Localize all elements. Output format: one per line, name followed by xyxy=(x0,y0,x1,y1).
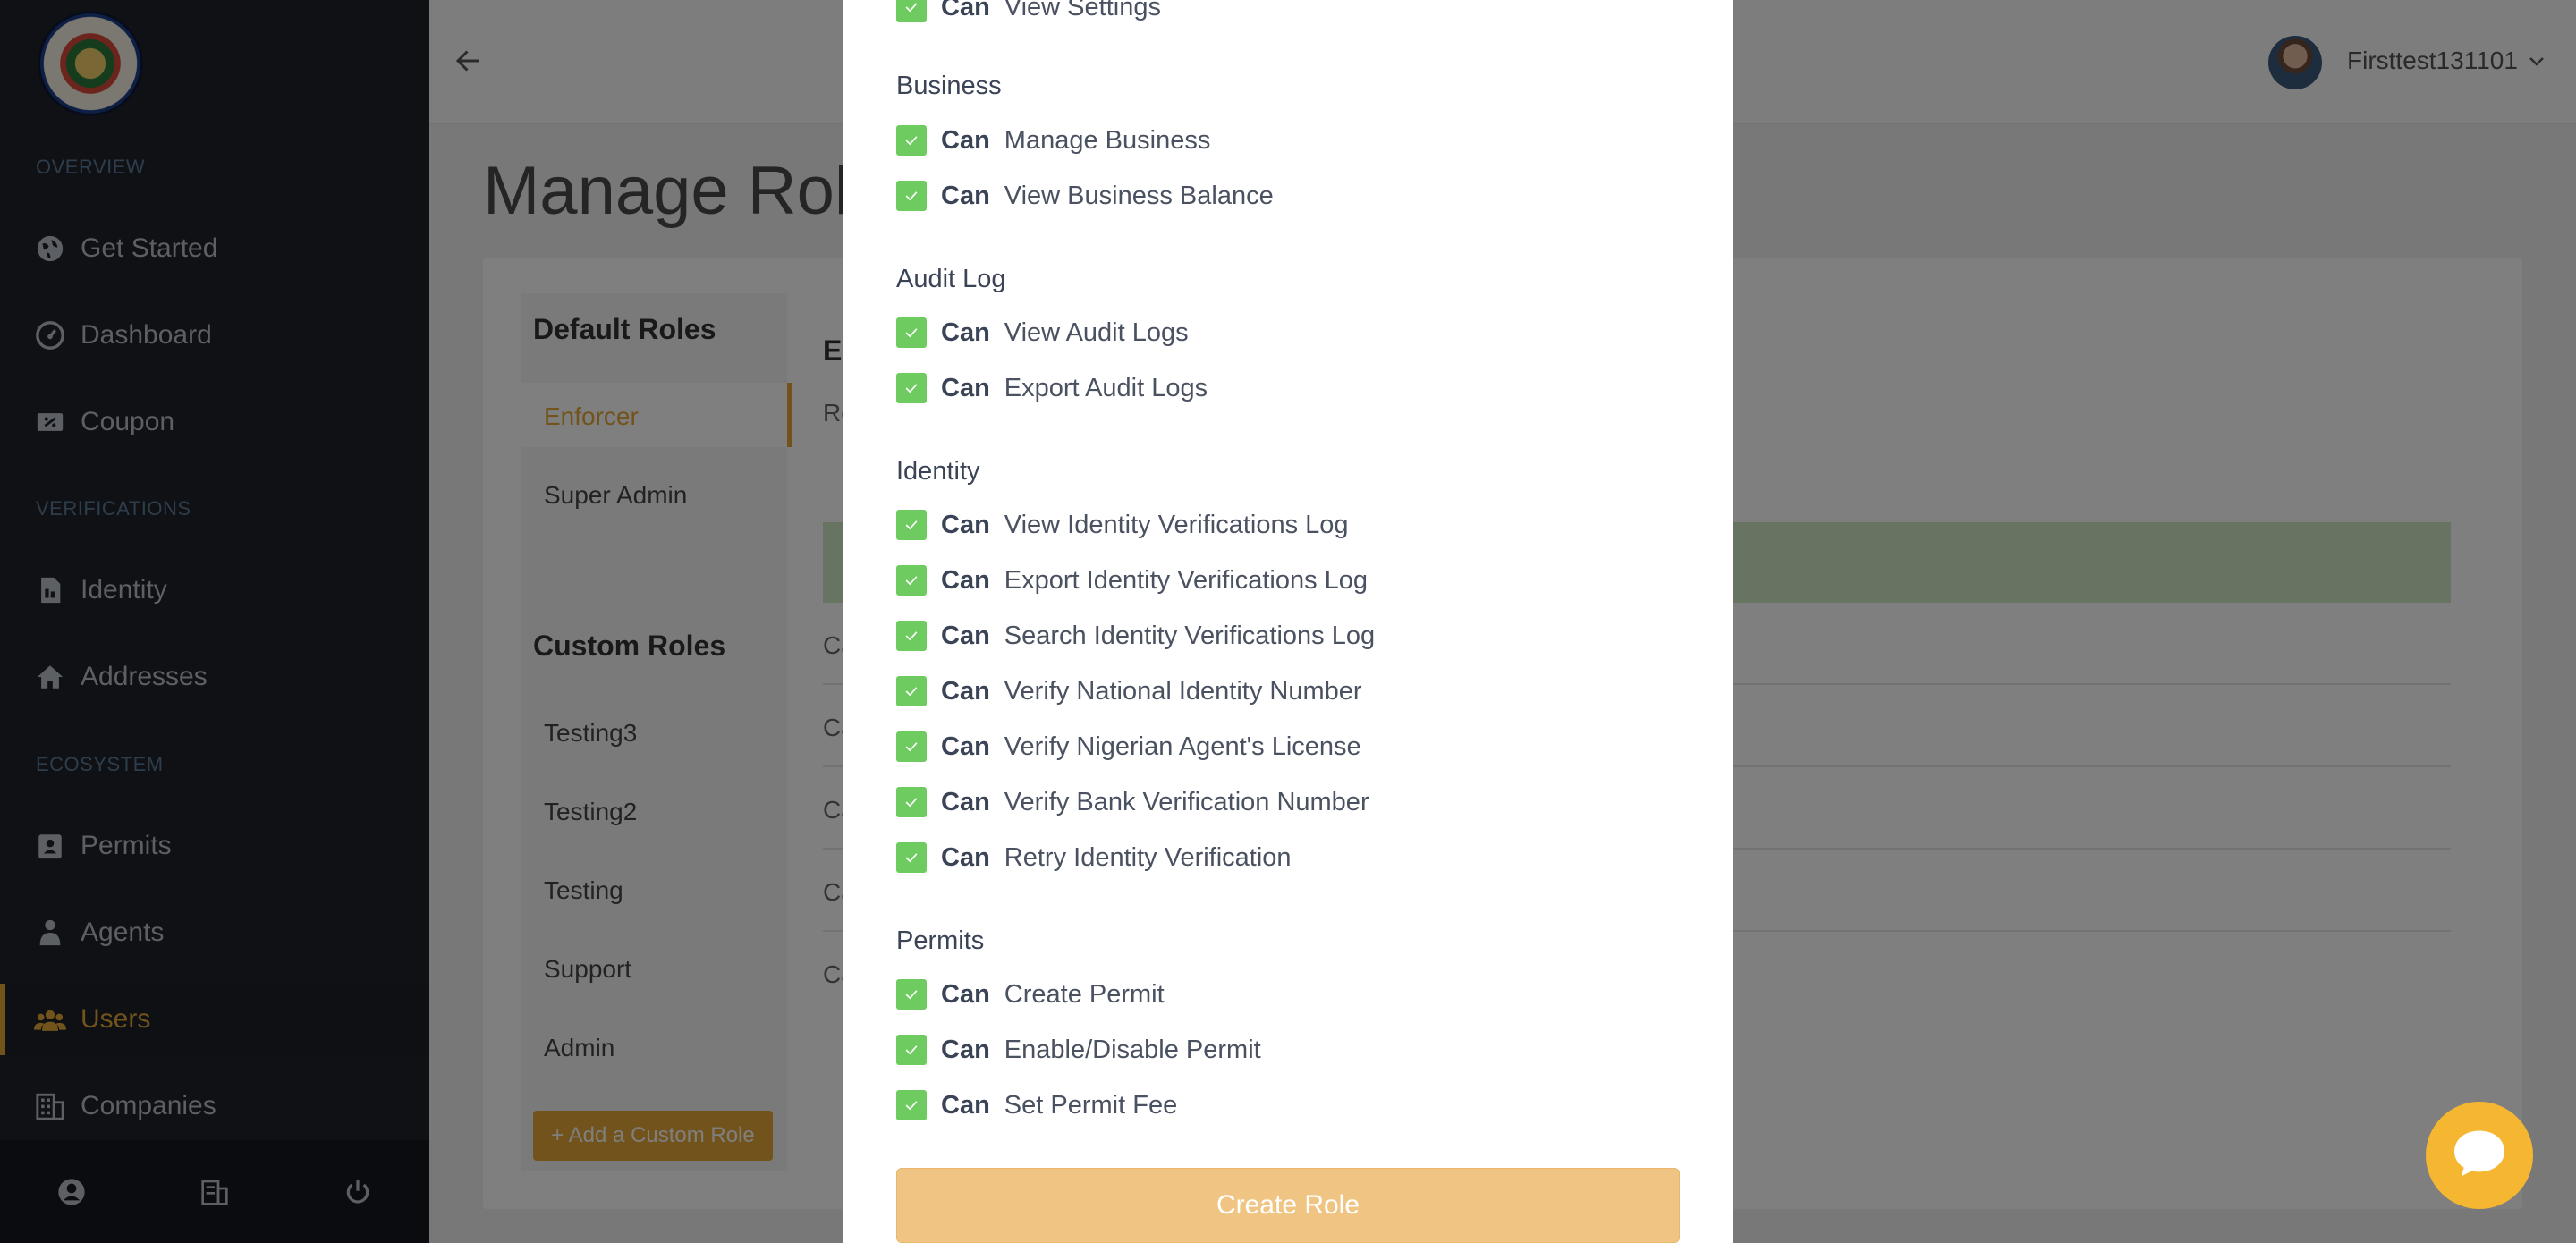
permission-row[interactable]: Can Verify Bank Verification Number xyxy=(896,787,1369,817)
can-label: Can xyxy=(941,0,990,21)
permission-label: View Settings xyxy=(1004,0,1161,21)
group-title-business: Business xyxy=(896,72,1002,100)
permission-label: Export Identity Verifications Log xyxy=(1004,565,1368,595)
checkbox-checked-icon[interactable] xyxy=(896,125,927,156)
checkbox-checked-icon[interactable] xyxy=(896,979,927,1010)
can-label: Can xyxy=(941,510,990,539)
permission-label: Export Audit Logs xyxy=(1004,373,1208,402)
checkbox-checked-icon[interactable] xyxy=(896,373,927,403)
checkbox-checked-icon[interactable] xyxy=(896,317,927,348)
permission-label: View Identity Verifications Log xyxy=(1004,510,1349,539)
chat-launcher[interactable] xyxy=(2426,1102,2533,1209)
permission-label: View Business Balance xyxy=(1004,181,1274,210)
checkbox-checked-icon[interactable] xyxy=(896,0,927,22)
permission-label: Set Permit Fee xyxy=(1004,1090,1178,1120)
checkbox-checked-icon[interactable] xyxy=(896,621,927,651)
permission-label: View Audit Logs xyxy=(1004,317,1189,347)
can-label: Can xyxy=(941,842,990,872)
permission-row[interactable]: Can Enable/Disable Permit xyxy=(896,1035,1261,1065)
permission-label: Retry Identity Verification xyxy=(1004,842,1292,872)
permission-label: Enable/Disable Permit xyxy=(1004,1035,1261,1064)
permission-row[interactable]: Can Manage Business xyxy=(896,125,1210,156)
permission-label: Verify Bank Verification Number xyxy=(1004,787,1369,816)
permission-row[interactable]: Can Export Audit Logs xyxy=(896,373,1208,403)
can-label: Can xyxy=(941,317,990,347)
checkbox-checked-icon[interactable] xyxy=(896,1090,927,1120)
permission-row[interactable]: Can View Identity Verifications Log xyxy=(896,510,1349,540)
permission-row[interactable]: Can View Audit Logs xyxy=(896,317,1189,348)
can-label: Can xyxy=(941,181,990,210)
checkbox-checked-icon[interactable] xyxy=(896,181,927,211)
can-label: Can xyxy=(941,979,990,1009)
permission-row[interactable]: Can Retry Identity Verification xyxy=(896,842,1292,873)
can-label: Can xyxy=(941,1090,990,1120)
checkbox-checked-icon[interactable] xyxy=(896,510,927,540)
permission-label: Verify Nigerian Agent's License xyxy=(1004,731,1361,761)
can-label: Can xyxy=(941,676,990,706)
can-label: Can xyxy=(941,787,990,816)
can-label: Can xyxy=(941,565,990,595)
create-role-button[interactable]: Create Role xyxy=(896,1168,1680,1243)
permission-label: Manage Business xyxy=(1004,125,1211,155)
permission-row[interactable]: Can Search Identity Verifications Log xyxy=(896,621,1375,651)
permission-label: Verify National Identity Number xyxy=(1004,676,1362,706)
permission-label: Create Permit xyxy=(1004,979,1165,1009)
checkbox-checked-icon[interactable] xyxy=(896,731,927,762)
permission-row[interactable]: Can Verify Nigerian Agent's License xyxy=(896,731,1361,762)
checkbox-checked-icon[interactable] xyxy=(896,565,927,596)
can-label: Can xyxy=(941,731,990,761)
group-title-audit-log: Audit Log xyxy=(896,265,1006,293)
permission-label: Search Identity Verifications Log xyxy=(1004,621,1376,650)
checkbox-checked-icon[interactable] xyxy=(896,1035,927,1065)
group-title-permits: Permits xyxy=(896,926,985,955)
can-label: Can xyxy=(941,1035,990,1064)
permission-row[interactable]: Can Create Permit xyxy=(896,979,1165,1010)
can-label: Can xyxy=(941,373,990,402)
can-label: Can xyxy=(941,621,990,650)
checkbox-checked-icon[interactable] xyxy=(896,787,927,817)
can-label: Can xyxy=(941,125,990,155)
group-title-identity: Identity xyxy=(896,457,980,486)
permission-row[interactable]: Can View Business Balance xyxy=(896,181,1274,211)
permission-row[interactable]: Can Export Identity Verifications Log xyxy=(896,565,1368,596)
permission-row[interactable]: Can Verify National Identity Number xyxy=(896,676,1362,706)
permission-row[interactable]: Can Set Permit Fee xyxy=(896,1090,1177,1120)
checkbox-checked-icon[interactable] xyxy=(896,842,927,873)
checkbox-checked-icon[interactable] xyxy=(896,676,927,706)
permission-row[interactable]: Can View Settings xyxy=(896,0,1161,22)
chat-bubble-icon xyxy=(2452,1129,2507,1183)
